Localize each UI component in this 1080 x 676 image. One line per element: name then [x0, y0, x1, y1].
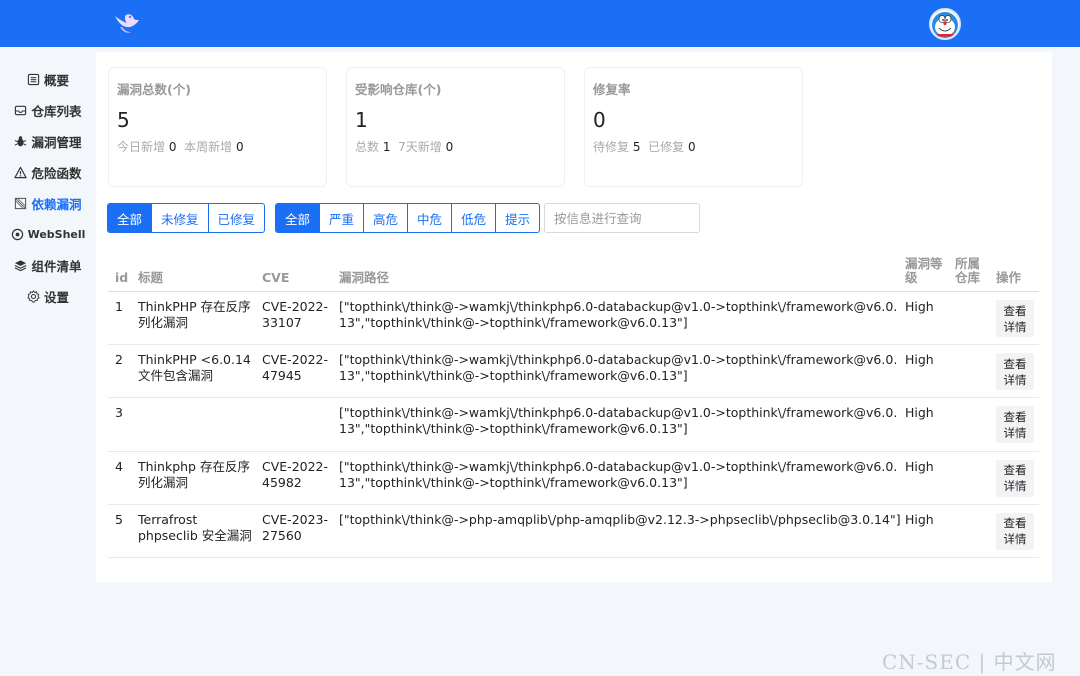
cell-level: High: [905, 511, 934, 527]
view-details-button[interactable]: 查看 详情: [996, 353, 1034, 391]
cell-id: 1: [115, 299, 123, 314]
watermark: CN-SEC | 中文网: [882, 650, 1057, 674]
sidebar-item-label: 组件清单: [31, 258, 82, 274]
cell-level: High: [905, 405, 934, 421]
cell-title: Thinkphp 存在反序列化漏洞: [138, 458, 250, 490]
cell-cve: CVE-2022-47945: [262, 352, 329, 384]
cell-cve: CVE-2023-27560: [262, 511, 329, 543]
view-details-button[interactable]: 查看 详情: [996, 406, 1034, 444]
layers-icon: [15, 259, 27, 271]
cell-level: High: [905, 299, 934, 314]
header-id: id: [115, 270, 129, 285]
view-details-button[interactable]: 查看 详情: [996, 512, 1034, 550]
table-row: 4 Thinkphp 存在反序列化漏洞 CVE-2022-45982 ["top…: [108, 452, 1039, 505]
cell-id: 5: [115, 511, 123, 527]
bird-logo-icon[interactable]: [112, 10, 142, 38]
cell-path: ["topthink\/think@->wamkj\/thinkphp6.0-d…: [339, 405, 898, 437]
sidebar-item-repo-list[interactable]: 仓库列表: [0, 98, 96, 122]
view-details-button[interactable]: 查看 详情: [996, 300, 1034, 337]
sidebar-item-settings[interactable]: 设置: [0, 284, 96, 308]
stat-card-fix-rate: 修复率 0 待修复 5 已修复 0: [584, 67, 803, 187]
card-title: 漏洞总数(个): [117, 82, 191, 97]
cell-id: 3: [115, 405, 123, 421]
warning-icon: [14, 166, 28, 178]
sidebar-item-label: WebShell: [27, 227, 86, 241]
filter-status-unfixed[interactable]: 未修复: [151, 203, 209, 233]
cell-title: ThinkPHP <6.0.14 文件包含漏洞: [138, 352, 251, 384]
header-path: 漏洞路径: [339, 270, 390, 285]
cell-level: High: [905, 458, 934, 474]
top-header: [0, 0, 1080, 47]
sidebar-item-label: 设置: [43, 289, 69, 305]
gear-icon: [27, 289, 40, 303]
table-row: 1 ThinkPHP 存在反序列化漏洞 CVE-2022-33107 ["top…: [108, 292, 1039, 346]
sidebar-item-overview[interactable]: 概要: [0, 67, 96, 91]
filter-status-fixed[interactable]: 已修复: [207, 203, 266, 233]
sidebar-item-dangerous-functions[interactable]: 危险函数: [0, 160, 96, 184]
sidebar-item-label: 概要: [43, 72, 69, 88]
doraemon-avatar-icon: [932, 12, 958, 38]
cell-title: ThinkPHP 存在反序列化漏洞: [138, 299, 251, 330]
sidebar-item-webshell[interactable]: WebShell: [0, 222, 96, 246]
table-row: 2 ThinkPHP <6.0.14 文件包含漏洞 CVE-2022-47945…: [108, 345, 1039, 399]
header-level: 漏洞等 级: [905, 256, 943, 285]
sidebar-item-label: 仓库列表: [31, 103, 82, 119]
header-title: 标题: [138, 270, 164, 285]
table-row: 3 ["topthink\/think@->wamkj\/thinkphp6.0…: [108, 398, 1039, 452]
table-row: 5 Terrafrost phpseclib 安全漏洞 CVE-2023-275…: [108, 505, 1039, 558]
header-cve: CVE: [262, 270, 290, 285]
filter-level-high[interactable]: 高危: [363, 203, 409, 233]
webshell-icon: [11, 228, 23, 240]
filter-level-low[interactable]: 低危: [451, 203, 497, 233]
cell-cve: CVE-2022-33107: [262, 299, 329, 330]
table-header: id 标题 CVE 漏洞路径 漏洞等 级 所属 仓库 操作: [108, 252, 1039, 292]
sidebar-item-component-list[interactable]: 组件清单: [0, 253, 96, 277]
list-icon: [27, 73, 40, 85]
cell-path: ["topthink\/think@->wamkj\/thinkphp6.0-d…: [339, 458, 898, 490]
header-action: 操作: [996, 270, 1022, 285]
sidebar-item-label: 依赖漏洞: [31, 196, 82, 212]
card-title: 修复率: [593, 82, 631, 97]
card-title: 受影响仓库(个): [355, 82, 442, 97]
stat-card-total-vulns: 漏洞总数(个) 5 今日新增 0 本周新增 0: [108, 67, 327, 187]
vuln-table: id 标题 CVE 漏洞路径 漏洞等 级 所属 仓库 操作 1 ThinkPHP…: [108, 252, 1039, 558]
cell-path: ["topthink\/think@->php-amqplib\/php-amq…: [339, 511, 901, 527]
cell-title: Terrafrost phpseclib 安全漏洞: [138, 511, 252, 543]
inbox-icon: [15, 105, 27, 115]
bug-icon: [15, 135, 27, 146]
card-value: 5: [117, 108, 130, 132]
stat-card-affected-repos: 受影响仓库(个) 1 总数 1 7天新增 0: [346, 67, 565, 187]
main-content: 漏洞总数(个) 5 今日新增 0 本周新增 0 受影响仓库(个) 1 总数 1 …: [96, 52, 1052, 582]
user-avatar[interactable]: [929, 8, 961, 40]
sidebar-item-vuln-management[interactable]: 漏洞管理: [0, 129, 96, 153]
sidebar-item-label: 危险函数: [31, 165, 82, 181]
status-filter-group: 全部 未修复 已修复: [107, 203, 266, 233]
cell-id: 2: [115, 352, 123, 368]
header-repo: 所属 仓库: [955, 256, 981, 285]
cell-cve: CVE-2022-45982: [262, 458, 329, 490]
card-value: 1: [355, 108, 368, 132]
card-value: 0: [593, 108, 606, 132]
cell-path: ["topthink\/think@->wamkj\/thinkphp6.0-d…: [339, 352, 898, 384]
filter-level-all[interactable]: 全部: [275, 203, 321, 233]
cell-path: ["topthink\/think@->wamkj\/thinkphp6.0-d…: [339, 299, 898, 330]
filter-level-info[interactable]: 提示: [495, 203, 541, 233]
sidebar-item-dependency-vulns[interactable]: 依赖漏洞: [0, 191, 96, 215]
card-subtext: 今日新增 0 本周新增 0: [117, 140, 244, 154]
cell-id: 4: [115, 458, 123, 474]
view-details-button[interactable]: 查看 详情: [996, 459, 1034, 497]
level-filter-group: 全部 严重 高危 中危 低危 提示: [275, 203, 541, 233]
search-input[interactable]: [544, 203, 700, 233]
cell-level: High: [905, 352, 934, 368]
filter-level-critical[interactable]: 严重: [319, 203, 365, 233]
filter-level-medium[interactable]: 中危: [407, 203, 453, 233]
card-subtext: 总数 1 7天新增 0: [355, 140, 454, 154]
sidebar-item-label: 漏洞管理: [31, 134, 82, 150]
filter-status-all[interactable]: 全部: [107, 203, 153, 233]
card-subtext: 待修复 5 已修复 0: [593, 140, 696, 154]
dependency-icon: [15, 197, 27, 209]
